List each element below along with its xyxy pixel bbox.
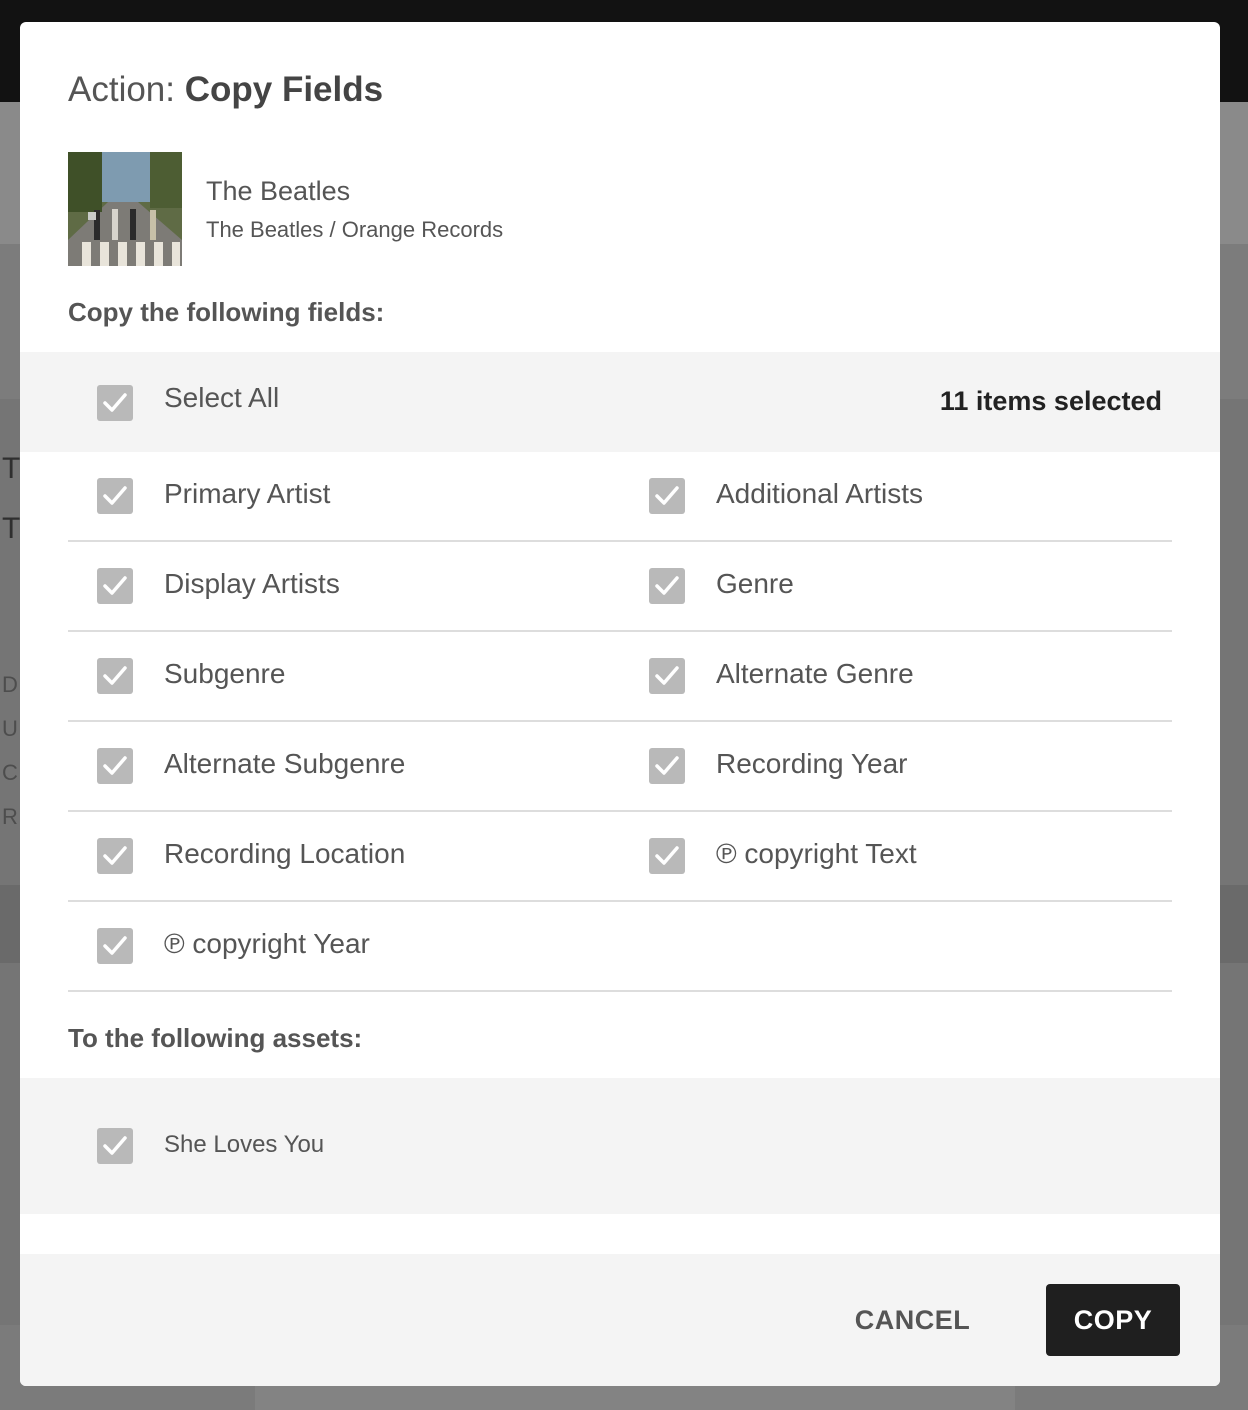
field-checkbox[interactable]: [97, 928, 133, 964]
checkmark-icon: [103, 576, 127, 595]
album-title: The Beatles: [206, 175, 351, 206]
field-p-copyright-year[interactable]: ℗ copyright Year: [68, 902, 608, 990]
field-label: Display Artists: [164, 568, 340, 599]
dialog-title-prefix: Action:: [68, 70, 185, 109]
field-label: ℗ copyright Year: [164, 928, 370, 959]
field-row: Recording Location ℗ copyright Text: [68, 812, 1172, 902]
background-text: U: [2, 716, 18, 741]
field-checkbox[interactable]: [97, 658, 133, 694]
checkmark-icon: [655, 666, 679, 685]
select-all-row: Select All 11 items selected: [20, 352, 1220, 452]
checkmark-icon: [103, 1136, 127, 1155]
album-summary: The Beatles The Beatles / Orange Records: [68, 152, 503, 266]
field-display-artists[interactable]: Display Artists: [68, 542, 608, 630]
copy-button[interactable]: COPY: [1046, 1284, 1180, 1356]
checkmark-icon: [103, 846, 127, 865]
field-checkbox[interactable]: [97, 748, 133, 784]
checkmark-icon: [655, 576, 679, 595]
field-checkbox[interactable]: [649, 478, 685, 514]
field-recording-location[interactable]: Recording Location: [68, 812, 608, 900]
field-label: Primary Artist: [164, 478, 331, 509]
background-text: D: [2, 672, 18, 697]
select-all-label: Select All: [164, 382, 280, 413]
cancel-button[interactable]: CANCEL: [830, 1284, 995, 1356]
field-p-copyright-text[interactable]: ℗ copyright Text: [620, 812, 1160, 900]
field-alternate-genre[interactable]: Alternate Genre: [620, 632, 1160, 720]
field-label: Alternate Genre: [716, 658, 914, 689]
field-row: Alternate Subgenre Recording Year: [68, 722, 1172, 812]
field-row: Primary Artist Additional Artists: [68, 452, 1172, 542]
fields-list: Primary Artist Additional Artists Displa…: [68, 452, 1172, 992]
field-genre[interactable]: Genre: [620, 542, 1160, 630]
copy-fields-heading: Copy the following fields:: [68, 297, 385, 327]
field-label: ℗ copyright Text: [716, 838, 917, 869]
checkmark-icon: [103, 666, 127, 685]
album-cover-image: [68, 152, 182, 266]
checkmark-icon: [103, 393, 127, 412]
checkmark-icon: [103, 936, 127, 955]
selected-count: 11 items selected: [939, 386, 1162, 416]
field-label: Subgenre: [164, 658, 286, 689]
field-label: Genre: [716, 568, 794, 599]
select-all-checkbox[interactable]: [97, 385, 133, 421]
field-row: Subgenre Alternate Genre: [68, 632, 1172, 722]
assets-heading: To the following assets:: [68, 1023, 363, 1053]
field-additional-artists[interactable]: Additional Artists: [620, 452, 1160, 540]
background-text: C: [2, 760, 18, 785]
checkmark-icon: [655, 486, 679, 505]
field-row: Display Artists Genre: [68, 542, 1172, 632]
field-recording-year[interactable]: Recording Year: [620, 722, 1160, 810]
field-checkbox[interactable]: [649, 748, 685, 784]
asset-label: She Loves You: [164, 1131, 325, 1158]
field-label: Recording Location: [164, 838, 406, 869]
copy-fields-dialog: Action: Copy Fields The Beatles The Beat…: [20, 22, 1220, 1386]
checkmark-icon: [103, 756, 127, 775]
field-label: Additional Artists: [716, 478, 923, 509]
field-checkbox[interactable]: [649, 568, 685, 604]
dialog-title: Action: Copy Fields: [68, 70, 383, 110]
background-band: [255, 1385, 1015, 1410]
checkmark-icon: [103, 486, 127, 505]
dialog-footer: CANCEL COPY: [20, 1254, 1220, 1386]
album-subtitle: The Beatles / Orange Records: [206, 216, 504, 242]
background-text: R: [2, 804, 18, 829]
field-checkbox[interactable]: [97, 478, 133, 514]
field-primary-artist[interactable]: Primary Artist: [68, 452, 608, 540]
field-row: ℗ copyright Year: [68, 902, 1172, 992]
field-checkbox[interactable]: [97, 838, 133, 874]
field-label: Alternate Subgenre: [164, 748, 406, 779]
checkmark-icon: [655, 756, 679, 775]
field-checkbox[interactable]: [649, 658, 685, 694]
field-alternate-subgenre[interactable]: Alternate Subgenre: [68, 722, 608, 810]
background-text: T: [2, 452, 21, 485]
checkmark-icon: [655, 846, 679, 865]
asset-checkbox[interactable]: [97, 1128, 133, 1164]
field-checkbox[interactable]: [97, 568, 133, 604]
field-subgenre[interactable]: Subgenre: [68, 632, 608, 720]
field-checkbox[interactable]: [649, 838, 685, 874]
dialog-title-action: Copy Fields: [184, 70, 384, 109]
background-text: T: [2, 512, 21, 545]
field-label: Recording Year: [716, 748, 908, 779]
assets-list: She Loves You: [20, 1078, 1220, 1214]
